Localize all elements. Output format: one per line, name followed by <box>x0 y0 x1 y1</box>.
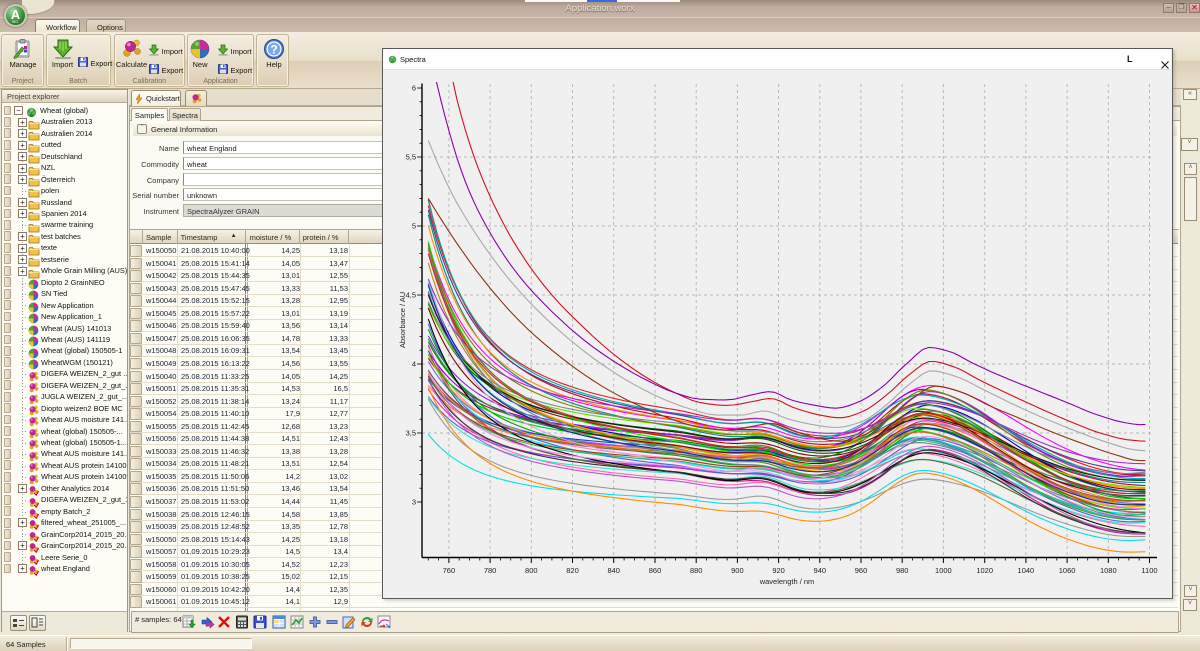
svg-text:780: 780 <box>484 566 497 575</box>
svg-text:940: 940 <box>814 566 827 575</box>
svg-text:800: 800 <box>525 566 538 575</box>
svg-text:1000: 1000 <box>935 566 952 575</box>
svg-text:880: 880 <box>690 566 703 575</box>
svg-text:860: 860 <box>649 566 662 575</box>
svg-text:840: 840 <box>607 566 620 575</box>
svg-text:1020: 1020 <box>976 566 993 575</box>
svg-text:920: 920 <box>772 566 785 575</box>
svg-text:1040: 1040 <box>1018 566 1035 575</box>
svg-text:3,5: 3,5 <box>406 429 416 438</box>
svg-text:5,5: 5,5 <box>406 153 416 162</box>
svg-text:1060: 1060 <box>1059 566 1076 575</box>
svg-text:1080: 1080 <box>1100 566 1117 575</box>
svg-text:960: 960 <box>855 566 868 575</box>
svg-text:?: ? <box>270 42 277 56</box>
svg-text:wavelength / nm: wavelength / nm <box>759 577 815 586</box>
svg-text:6: 6 <box>412 84 416 93</box>
svg-text:3: 3 <box>412 498 416 507</box>
svg-text:4: 4 <box>412 360 416 369</box>
svg-text:980: 980 <box>896 566 909 575</box>
svg-text:Absorbance / AU: Absorbance / AU <box>398 292 407 348</box>
svg-text:760: 760 <box>443 566 456 575</box>
svg-text:4,5: 4,5 <box>406 291 416 300</box>
svg-text:900: 900 <box>731 566 744 575</box>
svg-text:1100: 1100 <box>1141 566 1157 575</box>
svg-text:820: 820 <box>566 566 579 575</box>
svg-text:5: 5 <box>412 222 416 231</box>
